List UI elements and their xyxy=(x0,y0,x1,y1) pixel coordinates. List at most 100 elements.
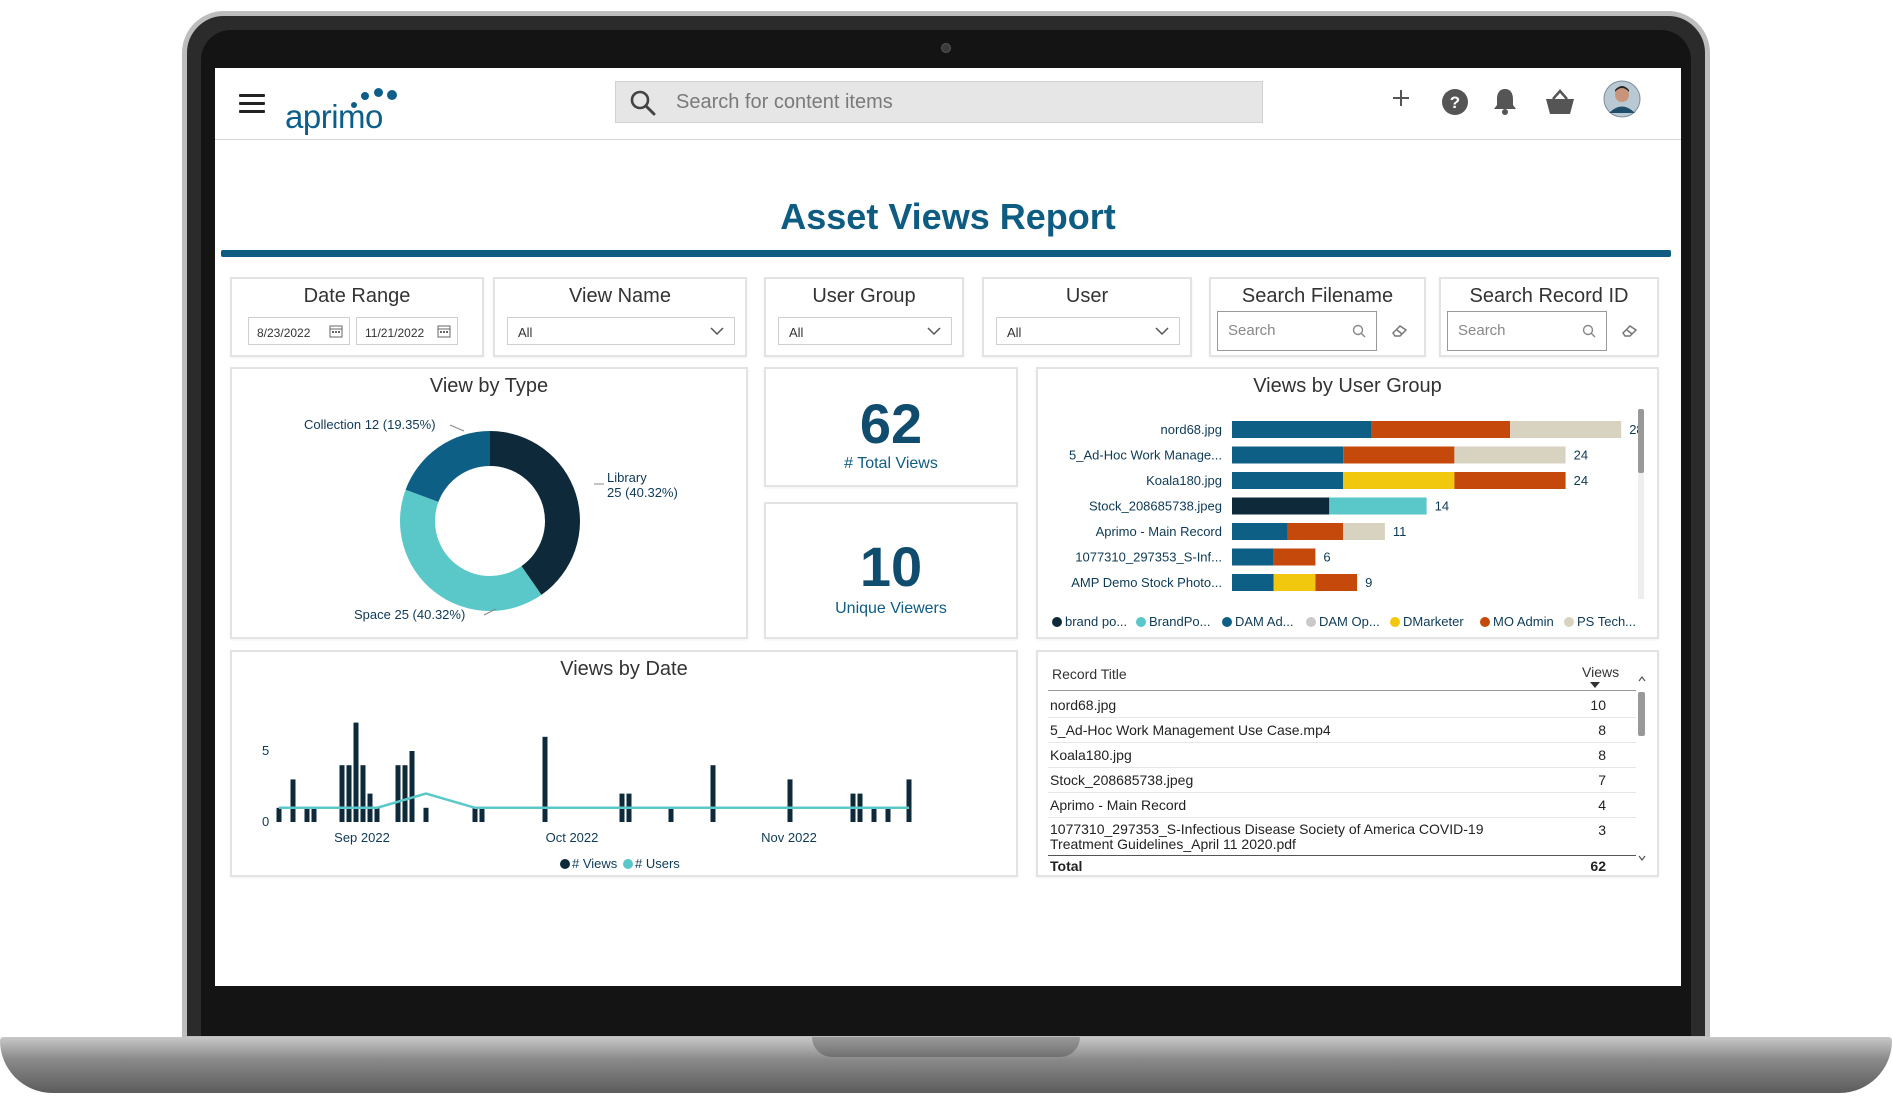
calendar-icon xyxy=(329,325,343,338)
bell-icon[interactable] xyxy=(1491,86,1519,121)
search-icon xyxy=(1352,324,1366,338)
y-tick-label: 0 xyxy=(262,814,269,829)
user-group-select[interactable]: All xyxy=(778,317,952,345)
views-bar xyxy=(409,751,415,822)
bar-segment xyxy=(1454,472,1566,489)
user-label: User xyxy=(1065,285,1109,307)
search-icon[interactable] xyxy=(630,90,656,121)
total-views-value: 62 xyxy=(859,392,923,455)
bar-segment xyxy=(1232,446,1344,464)
chart-scrollbar-thumb[interactable] xyxy=(1638,409,1644,473)
chevron-down-icon xyxy=(927,327,941,336)
search-filename-filter: Search Filename xyxy=(1209,277,1426,357)
title-divider xyxy=(221,250,1671,257)
legend-marker xyxy=(1052,617,1062,627)
legend-label-views: # Views xyxy=(572,856,618,871)
legend-marker xyxy=(1136,617,1146,627)
bar-total-label: 11 xyxy=(1393,524,1407,539)
legend-label: PS Tech... xyxy=(1577,614,1636,629)
view-name-select[interactable]: All xyxy=(507,317,735,345)
record-id-search-input[interactable] xyxy=(1458,322,1568,339)
eraser-icon[interactable] xyxy=(1391,323,1409,337)
legend-label: DMarketer xyxy=(1403,614,1464,629)
donut-chart: Library 25 (40.32%) Collection 12 (19.35%)… xyxy=(304,417,678,622)
bar-segment xyxy=(1343,523,1385,540)
total-views-card: 62 # Total Views xyxy=(764,367,1018,487)
legend-marker xyxy=(1390,617,1400,627)
x-tick-label: Oct 2022 xyxy=(546,830,599,845)
table-scrollbar-thumb[interactable] xyxy=(1638,692,1645,736)
bar-category-label: nord68.jpg xyxy=(1161,422,1222,437)
user-group-filter: User Group All xyxy=(764,277,964,357)
legend-marker-views xyxy=(560,859,570,869)
aprimo-logo[interactable]: aprimo xyxy=(285,76,405,135)
bar-segment xyxy=(1343,446,1455,464)
legend-label: BrandPo... xyxy=(1149,614,1210,629)
views-by-user-group-card: Views by User Group nord68.jpg 28 5_Ad-Hoc… xyxy=(1036,367,1659,639)
user-group-label: User Group xyxy=(812,285,916,307)
search-icon xyxy=(1582,324,1596,338)
plus-icon[interactable] xyxy=(1391,88,1411,113)
views-bar xyxy=(542,736,548,822)
end-date-input[interactable]: 11/21/2022 xyxy=(356,317,458,345)
global-search[interactable] xyxy=(615,81,1263,123)
app-header: aprimo ? xyxy=(215,68,1681,140)
x-tick-label: Sep 2022 xyxy=(334,830,390,845)
report-title: Asset Views Report xyxy=(780,196,1116,237)
views-bar xyxy=(472,807,478,822)
user-filter: User All xyxy=(982,277,1192,357)
menu-icon[interactable] xyxy=(239,94,265,114)
views-cell: 4 xyxy=(1598,797,1606,813)
views-bar xyxy=(311,807,317,822)
record-title-cell: Stock_208685738.jpeg xyxy=(1050,772,1194,788)
table-scrollbar[interactable] xyxy=(1638,670,1646,861)
unique-viewers-label: Unique Viewers xyxy=(835,600,947,617)
views-cell: 8 xyxy=(1598,722,1606,738)
global-search-input[interactable] xyxy=(676,90,1236,114)
total-value: 62 xyxy=(1590,858,1606,874)
legend-label: DAM Op... xyxy=(1319,614,1380,629)
legend-marker xyxy=(1306,617,1316,627)
chart-scrollbar[interactable] xyxy=(1638,409,1644,599)
scroll-up-icon xyxy=(1638,676,1646,682)
column-header-views[interactable]: Views xyxy=(1582,664,1619,680)
basket-icon[interactable] xyxy=(1543,88,1577,121)
views-bar xyxy=(668,807,674,822)
chevron-down-icon xyxy=(710,327,724,336)
filename-search-box[interactable] xyxy=(1217,311,1377,351)
user-select[interactable]: All xyxy=(996,317,1180,345)
avatar[interactable] xyxy=(1603,80,1641,123)
help-icon[interactable]: ? xyxy=(1441,88,1469,121)
bar-segment xyxy=(1232,523,1288,540)
start-date-input[interactable]: 8/23/2022 xyxy=(248,317,350,345)
laptop-notch xyxy=(812,1037,1080,1057)
row-divider xyxy=(1048,767,1636,768)
views-bar xyxy=(374,807,380,822)
bar-total-label: 9 xyxy=(1365,575,1372,590)
views-by-date-chart: 0 5 Sep 2022 Oct 2022 Nov 2022 # Views # Users xyxy=(262,722,912,871)
record-table-card: Record Title Views nord68.jpg 10 5_Ad-Hoc … xyxy=(1036,650,1659,877)
bar-category-label: Koala180.jpg xyxy=(1146,473,1222,488)
views-cell: 8 xyxy=(1598,747,1606,763)
donut-slice-space xyxy=(400,489,542,611)
donut-slice-collection xyxy=(405,431,490,502)
record-title-cell: 1077310_297353_S-Infectious Disease Soci… xyxy=(1050,821,1484,852)
bar-segment xyxy=(1329,497,1427,515)
bar-segment xyxy=(1232,421,1371,438)
eraser-icon[interactable] xyxy=(1621,323,1639,337)
views-cell: 10 xyxy=(1590,697,1606,713)
sort-desc-icon[interactable] xyxy=(1590,682,1600,688)
row-divider xyxy=(1048,817,1636,818)
row-divider xyxy=(1048,742,1636,743)
record-id-search-box[interactable] xyxy=(1447,311,1607,351)
view-name-filter: View Name All xyxy=(493,277,747,357)
views-bar xyxy=(479,807,485,822)
donut-leader-collection xyxy=(449,424,465,432)
views-bar xyxy=(710,765,716,822)
filename-search-input[interactable] xyxy=(1228,322,1338,339)
bar-segment xyxy=(1287,523,1344,540)
views-bar xyxy=(787,779,793,822)
bar-segment xyxy=(1454,446,1566,464)
total-label: Total xyxy=(1050,858,1083,874)
column-header-record-title[interactable]: Record Title xyxy=(1052,666,1127,682)
